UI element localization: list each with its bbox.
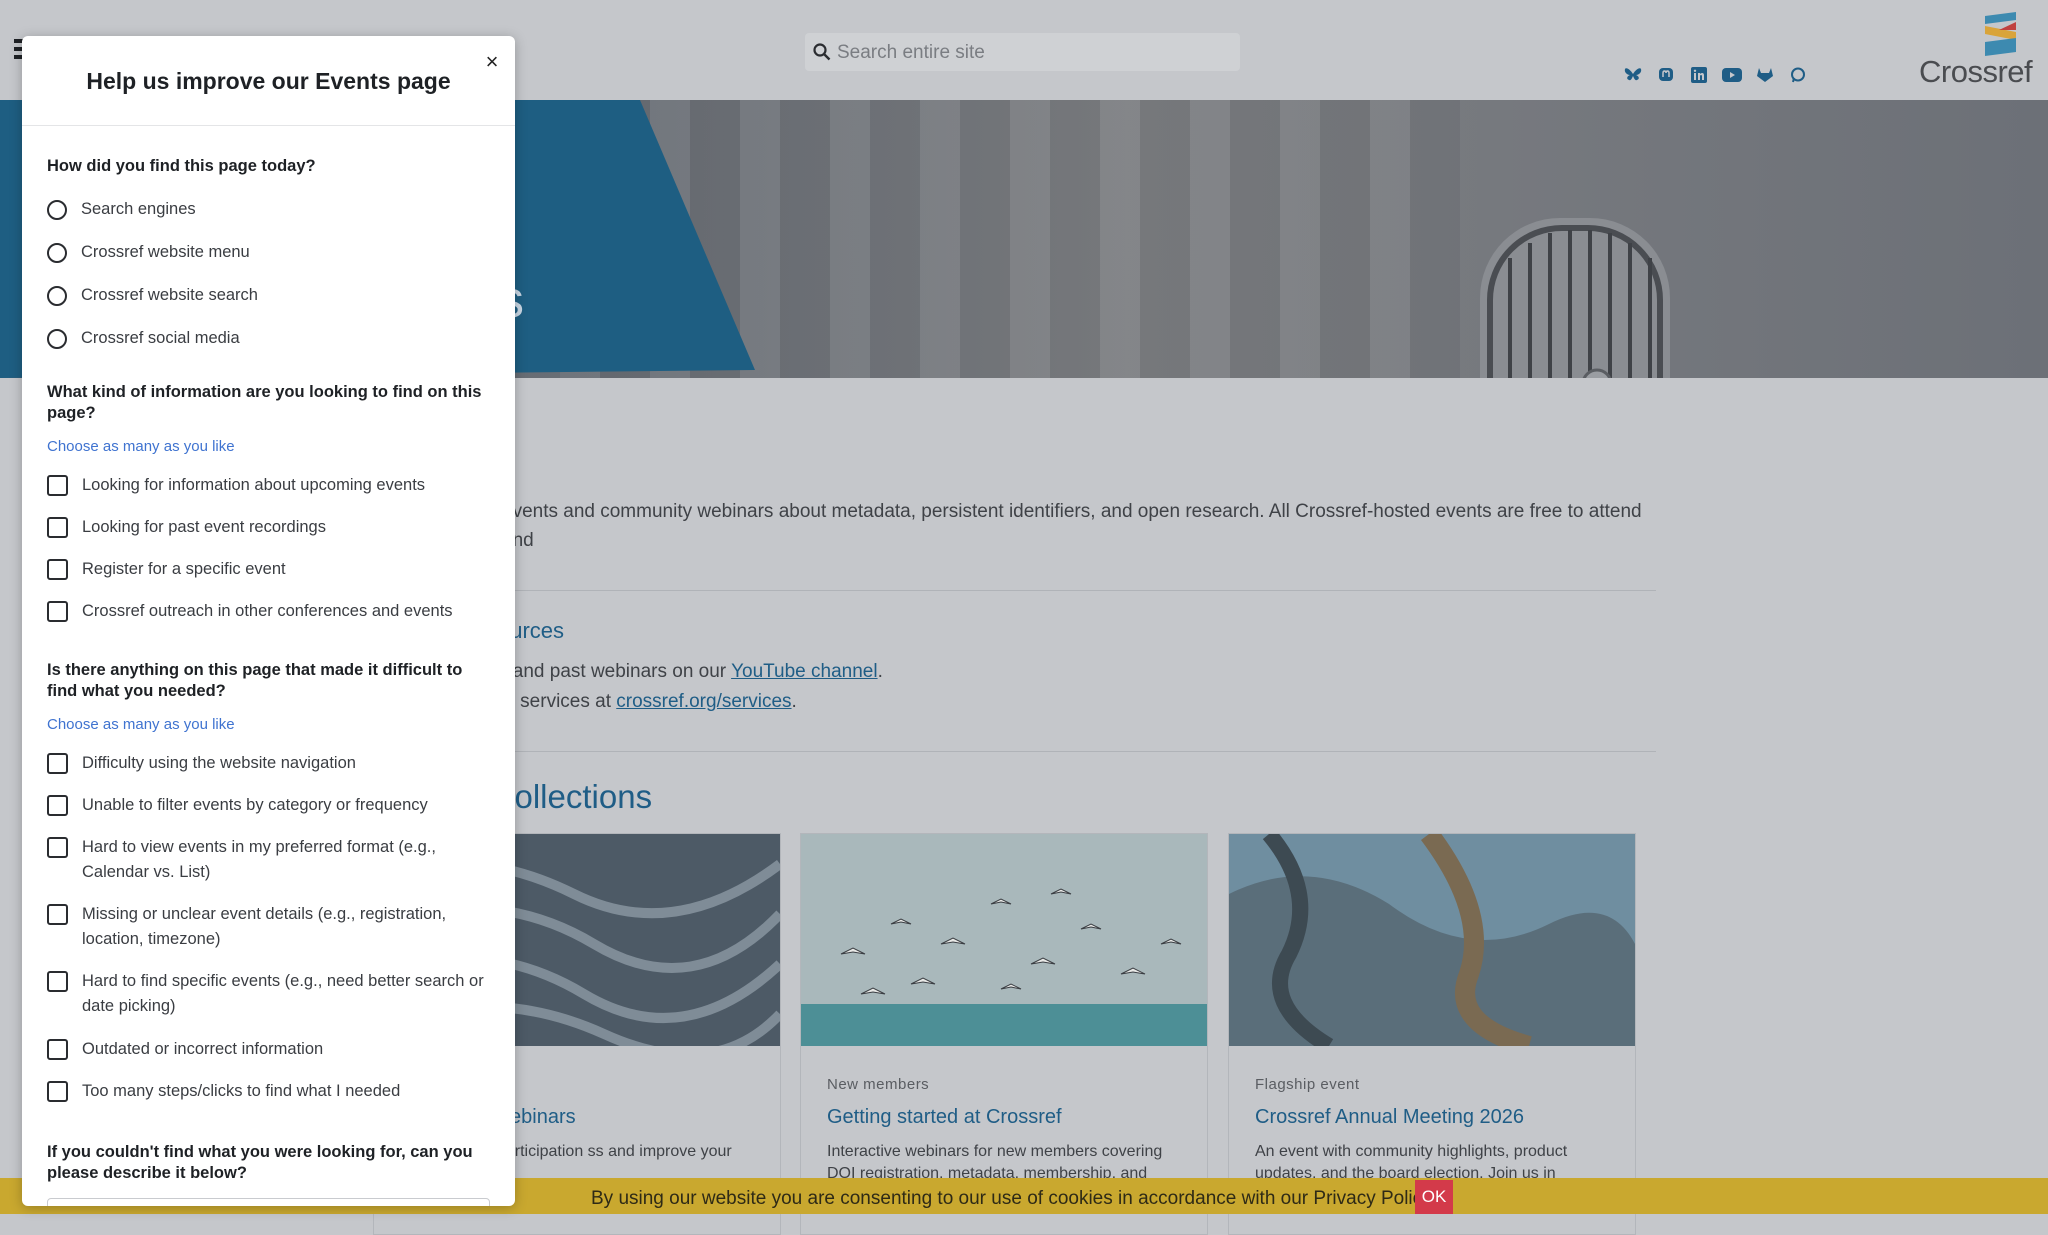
- radio-option[interactable]: Crossref website menu: [47, 242, 497, 265]
- option-label: Hard to view events in my preferred form…: [82, 838, 436, 881]
- checkbox-option[interactable]: Hard to view events in my preferred form…: [47, 837, 497, 885]
- survey-header: Help us improve our Events page ×: [22, 36, 515, 126]
- resources-line-1: s and past webinars on our YouTube chann…: [498, 661, 883, 683]
- logo-text: Crossref: [1919, 54, 2033, 89]
- checkbox-option[interactable]: Crossref outreach in other conferences a…: [47, 601, 497, 624]
- event-card-annual-meeting[interactable]: Flagship event Crossref Annual Meeting 2…: [1228, 828, 1636, 1235]
- card-tag: New members: [827, 1076, 930, 1093]
- checkbox-option[interactable]: Missing or unclear event details (e.g., …: [47, 904, 497, 952]
- option-label: Hard to find specific events (e.g., need…: [82, 972, 484, 1015]
- describe-textarea[interactable]: [47, 1198, 490, 1206]
- gitlab-icon[interactable]: [1754, 64, 1776, 86]
- close-icon[interactable]: ×: [480, 50, 504, 74]
- option-label: Looking for past event recordings: [82, 518, 326, 536]
- question-how-found: How did you find this page today?: [47, 157, 316, 175]
- checkbox-option[interactable]: Register for a specific event: [47, 559, 497, 582]
- checkbox[interactable]: [47, 837, 68, 858]
- bluesky-icon[interactable]: [1622, 64, 1644, 86]
- divider: [498, 590, 1656, 591]
- survey-title: Help us improve our Events page: [86, 68, 451, 94]
- option-label: Crossref social media: [81, 329, 240, 347]
- resources-line-2-end: .: [791, 691, 797, 712]
- social-links: [1622, 64, 1809, 86]
- checkbox[interactable]: [47, 753, 68, 774]
- option-label: Missing or unclear event details (e.g., …: [82, 905, 447, 948]
- resources-line-2-text: ur services at: [498, 691, 617, 712]
- card-tag: Flagship event: [1255, 1076, 1360, 1093]
- question-difficulty: Is there anything on this page that made…: [47, 661, 463, 700]
- radio-button[interactable]: [47, 329, 67, 349]
- checkbox[interactable]: [47, 795, 68, 816]
- search-icon: [813, 43, 831, 61]
- radio-button[interactable]: [47, 286, 67, 306]
- radio-button[interactable]: [47, 243, 67, 263]
- radio-option[interactable]: Crossref website search: [47, 285, 497, 308]
- cookie-text: By using our website you are consenting …: [591, 1188, 1432, 1209]
- card-image-birds: [801, 834, 1207, 1046]
- option-label: Too many steps/clicks to find what I nee…: [82, 1082, 401, 1100]
- checkbox[interactable]: [47, 475, 68, 496]
- resources-line-1-end: .: [877, 661, 883, 682]
- event-card-getting-started[interactable]: New members Getting started at Crossref …: [800, 833, 1208, 1235]
- microphone-image: [1480, 218, 1670, 378]
- site-search: [805, 33, 1240, 73]
- choose-hint: Choose as many as you like: [47, 438, 235, 455]
- services-link[interactable]: crossref.org/services: [616, 691, 791, 712]
- radio-button[interactable]: [47, 200, 67, 220]
- option-label: Outdated or incorrect information: [82, 1040, 324, 1058]
- youtube-channel-link[interactable]: YouTube channel: [731, 661, 878, 682]
- checkbox-option[interactable]: Outdated or incorrect information: [47, 1039, 497, 1062]
- checkbox[interactable]: [47, 559, 68, 580]
- checkbox[interactable]: [47, 971, 68, 992]
- question-info-type: What kind of information are you looking…: [47, 383, 482, 422]
- intro-line-2: .: [502, 555, 1662, 584]
- resources-line-2: ur services at crossref.org/services.: [498, 691, 797, 713]
- question-describe: If you couldn't find what you were looki…: [47, 1143, 473, 1182]
- choose-hint: Choose as many as you like: [47, 716, 235, 733]
- option-label: Looking for information about upcoming e…: [82, 476, 426, 494]
- intro-line-1: events and community webinars about meta…: [502, 501, 1642, 551]
- checkbox-option[interactable]: Too many steps/clicks to find what I nee…: [47, 1081, 497, 1104]
- collections-heading: collections: [498, 778, 653, 815]
- option-label: Unable to filter events by category or f…: [82, 796, 428, 814]
- checkbox-option[interactable]: Hard to find specific events (e.g., need…: [47, 971, 497, 1019]
- search-input[interactable]: [835, 33, 1229, 73]
- checkbox[interactable]: [47, 517, 68, 538]
- checkbox-option[interactable]: Looking for information about upcoming e…: [47, 475, 497, 498]
- checkbox[interactable]: [47, 1081, 68, 1102]
- linkedin-icon[interactable]: [1688, 64, 1710, 86]
- radio-option[interactable]: Search engines: [47, 199, 497, 222]
- option-label: Difficulty using the website navigation: [82, 754, 356, 772]
- option-label: Crossref outreach in other conferences a…: [82, 602, 453, 620]
- option-label: Search engines: [81, 200, 196, 218]
- survey-modal: Help us improve our Events page × How di…: [22, 36, 515, 1206]
- divider: [498, 751, 1656, 752]
- intro-text: events and community webinars about meta…: [502, 497, 1662, 584]
- option-label: Crossref website search: [81, 286, 258, 304]
- option-label: Register for a specific event: [82, 560, 286, 578]
- card-title[interactable]: Crossref Annual Meeting 2026: [1255, 1106, 1524, 1129]
- checkbox-option[interactable]: Difficulty using the website navigation: [47, 753, 497, 776]
- youtube-icon[interactable]: [1721, 64, 1743, 86]
- checkbox[interactable]: [47, 601, 68, 622]
- cookie-ok-button[interactable]: OK: [1415, 1180, 1453, 1214]
- checkbox[interactable]: [47, 904, 68, 925]
- radio-option[interactable]: Crossref social media: [47, 328, 497, 351]
- resources-line-1-text: s and past webinars on our: [498, 661, 732, 682]
- checkbox-option[interactable]: Looking for past event recordings: [47, 517, 497, 540]
- mastodon-icon[interactable]: [1655, 64, 1677, 86]
- card-title[interactable]: Getting started at Crossref: [827, 1106, 1062, 1129]
- card-image-marble: [1229, 828, 1635, 1056]
- checkbox[interactable]: [47, 1039, 68, 1060]
- forum-icon[interactable]: [1787, 64, 1809, 86]
- checkbox-option[interactable]: Unable to filter events by category or f…: [47, 795, 497, 818]
- option-label: Crossref website menu: [81, 243, 250, 261]
